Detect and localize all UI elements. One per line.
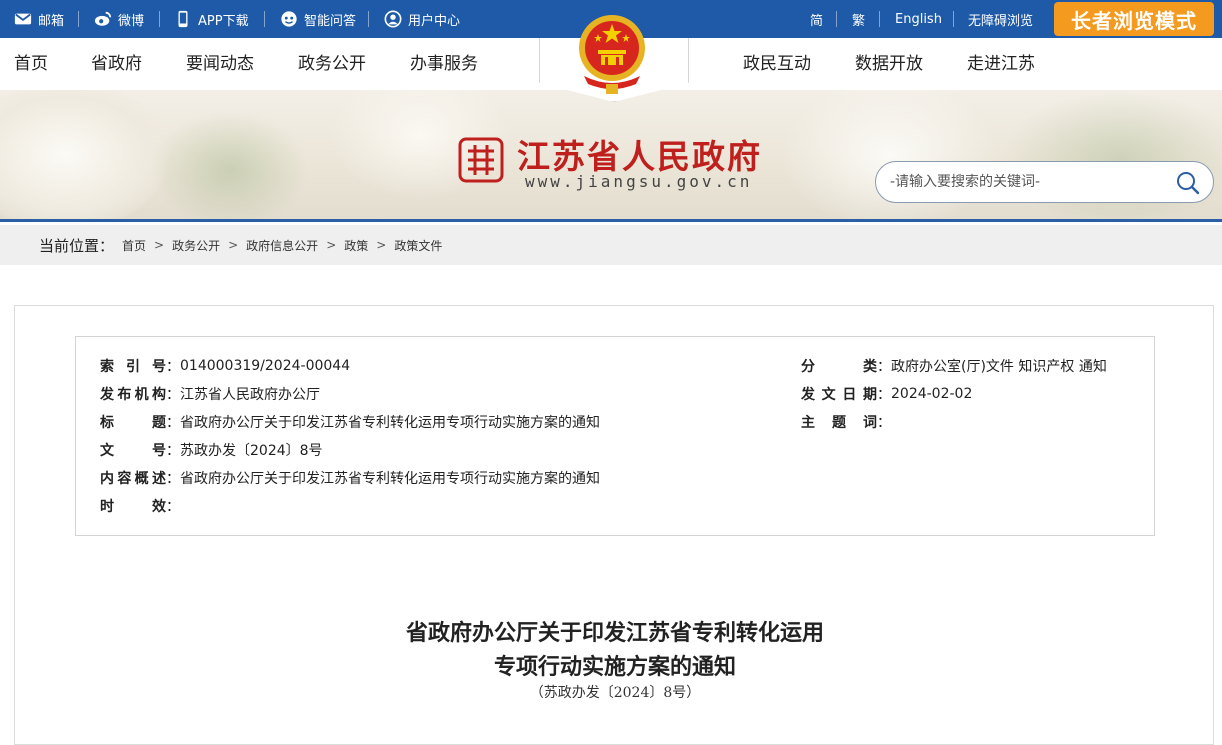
meta-key: 索引号: [100, 359, 166, 375]
meta-key: 主题词: [801, 415, 877, 431]
mail-link[interactable]: 邮箱: [14, 0, 64, 38]
nav-item-interaction[interactable]: 政民互动: [743, 38, 811, 90]
weibo-label: 微博: [118, 13, 145, 29]
meta-key: 标题: [100, 415, 166, 431]
breadcrumb-item-gov-info[interactable]: 政府信息公开: [246, 237, 318, 254]
meta-title: 标题： 省政府办公厅关于印发江苏省专利转化运用专项行动实施方案的通知: [100, 412, 600, 432]
site-name: 江苏省人民政府: [517, 137, 762, 176]
breadcrumb-label: 当前位置：: [39, 236, 115, 255]
meta-value: 苏政办发〔2024〕8号: [180, 443, 323, 459]
user-icon: [384, 10, 402, 28]
nav-item-about-jiangsu[interactable]: 走进江苏: [967, 38, 1035, 90]
divider: [78, 11, 79, 27]
site-banner: 江苏省人民政府 www.jiangsu.gov.cn: [0, 90, 1222, 222]
meta-value: 省政府办公厅关于印发江苏省专利转化运用专项行动实施方案的通知: [180, 471, 600, 487]
national-emblem-icon: [579, 15, 645, 94]
document-metadata-table: 索引号： 014000319/2024-00044 分类： 政府办公室(厅)文件…: [75, 336, 1155, 536]
breadcrumb-separator: >: [326, 238, 337, 252]
breadcrumb-separator: >: [228, 238, 239, 252]
breadcrumb-item-gov-affairs[interactable]: 政务公开: [172, 237, 220, 254]
weibo-icon: [94, 11, 112, 26]
meta-value: 江苏省人民政府办公厅: [180, 387, 320, 403]
site-url: www.jiangsu.gov.cn: [525, 172, 753, 191]
accessible-browse-link[interactable]: 无障碍浏览: [968, 0, 1033, 38]
accessible-label: 无障碍浏览: [968, 13, 1034, 29]
breadcrumb-separator: >: [376, 238, 387, 252]
breadcrumb-item-policy[interactable]: 政策: [344, 237, 368, 254]
meta-key: 分类: [801, 359, 877, 375]
banner-leaf-decoration: [150, 110, 310, 219]
divider: [836, 11, 837, 27]
breadcrumb-item-home[interactable]: 首页: [122, 237, 146, 254]
breadcrumb-bar: 当前位置： 首页 > 政务公开 > 政府信息公开 > 政策 > 政策文件: [0, 225, 1222, 265]
nav-item-provincial-gov[interactable]: 省政府: [91, 38, 142, 90]
divider: [159, 11, 160, 27]
app-download-label: APP下载: [198, 13, 249, 29]
breadcrumb-separator: >: [154, 238, 165, 252]
meta-summary: 内容概述： 省政府办公厅关于印发江苏省专利转化运用专项行动实施方案的通知: [100, 468, 600, 488]
meta-topic: 主题词：: [801, 412, 891, 432]
document-title-line: 专项行动实施方案的通知: [493, 654, 736, 680]
nav-item-home[interactable]: 首页: [14, 38, 48, 90]
banner-flower-decoration: [0, 90, 170, 219]
elder-mode-button[interactable]: 长者浏览模式: [1054, 2, 1214, 36]
document-title-line: 省政府办公厅关于印发江苏省专利转化运用: [405, 620, 824, 646]
search-icon[interactable]: [1175, 170, 1201, 196]
weibo-link[interactable]: 微博: [94, 0, 144, 38]
english-link[interactable]: English: [895, 0, 942, 38]
chat-bot-icon: [281, 11, 297, 27]
user-center-label: 用户中心: [408, 13, 461, 29]
nav-item-services[interactable]: 办事服务: [410, 38, 478, 90]
english-label: English: [895, 11, 942, 27]
user-center-link[interactable]: 用户中心: [384, 0, 460, 38]
meta-doc-no: 文号： 苏政办发〔2024〕8号: [100, 440, 323, 460]
meta-key: 时效: [100, 499, 166, 515]
search-box: [875, 161, 1214, 203]
meta-value: 014000319/2024-00044: [180, 358, 351, 374]
meta-index-no: 索引号： 014000319/2024-00044: [100, 358, 351, 375]
meta-validity: 时效：: [100, 496, 180, 516]
smart-qa-label: 智能问答: [304, 13, 357, 29]
smart-qa-link[interactable]: 智能问答: [280, 0, 356, 38]
jiangsu-logo-icon: [458, 137, 504, 183]
meta-value: 2024-02-02: [891, 386, 973, 402]
mail-label: 邮箱: [38, 13, 65, 29]
nav-item-open-data[interactable]: 数据开放: [855, 38, 923, 90]
meta-key: 文号: [100, 443, 166, 459]
simplified-label: 简: [810, 13, 824, 29]
nav-item-news[interactable]: 要闻动态: [186, 38, 254, 90]
app-download-link[interactable]: APP下载: [174, 0, 249, 38]
meta-key: 内容概述: [100, 471, 166, 487]
breadcrumb-item-policy-docs[interactable]: 政策文件: [394, 237, 442, 254]
traditional-label: 繁: [852, 13, 866, 29]
simplified-chinese-link[interactable]: 简: [810, 0, 823, 38]
meta-date: 发文日期： 2024-02-02: [801, 386, 973, 403]
search-input[interactable]: [890, 171, 1170, 193]
breadcrumb: 当前位置： 首页 > 政务公开 > 政府信息公开 > 政策 > 政策文件: [39, 225, 442, 265]
meta-key: 发文日期: [801, 387, 877, 403]
meta-issuer: 发布机构： 江苏省人民政府办公厅: [100, 384, 320, 404]
meta-category: 分类： 政府办公室(厅)文件 知识产权 通知: [801, 356, 1107, 376]
document-title: 省政府办公厅关于印发江苏省专利转化运用 专项行动实施方案的通知: [15, 616, 1215, 684]
nav-item-gov-affairs[interactable]: 政务公开: [298, 38, 366, 90]
meta-value: 省政府办公厅关于印发江苏省专利转化运用专项行动实施方案的通知: [180, 415, 600, 431]
divider: [264, 11, 265, 27]
mail-icon: [14, 13, 32, 25]
divider: [953, 11, 954, 27]
divider: [368, 11, 369, 27]
divider: [879, 11, 880, 27]
traditional-chinese-link[interactable]: 繁: [852, 0, 865, 38]
meta-key: 发布机构: [100, 387, 166, 403]
meta-value: 政府办公室(厅)文件 知识产权 通知: [891, 359, 1107, 375]
article-container: 索引号： 014000319/2024-00044 分类： 政府办公室(厅)文件…: [14, 305, 1214, 745]
document-number: （苏政办发〔2024〕8号）: [529, 685, 701, 701]
phone-icon: [178, 10, 188, 28]
